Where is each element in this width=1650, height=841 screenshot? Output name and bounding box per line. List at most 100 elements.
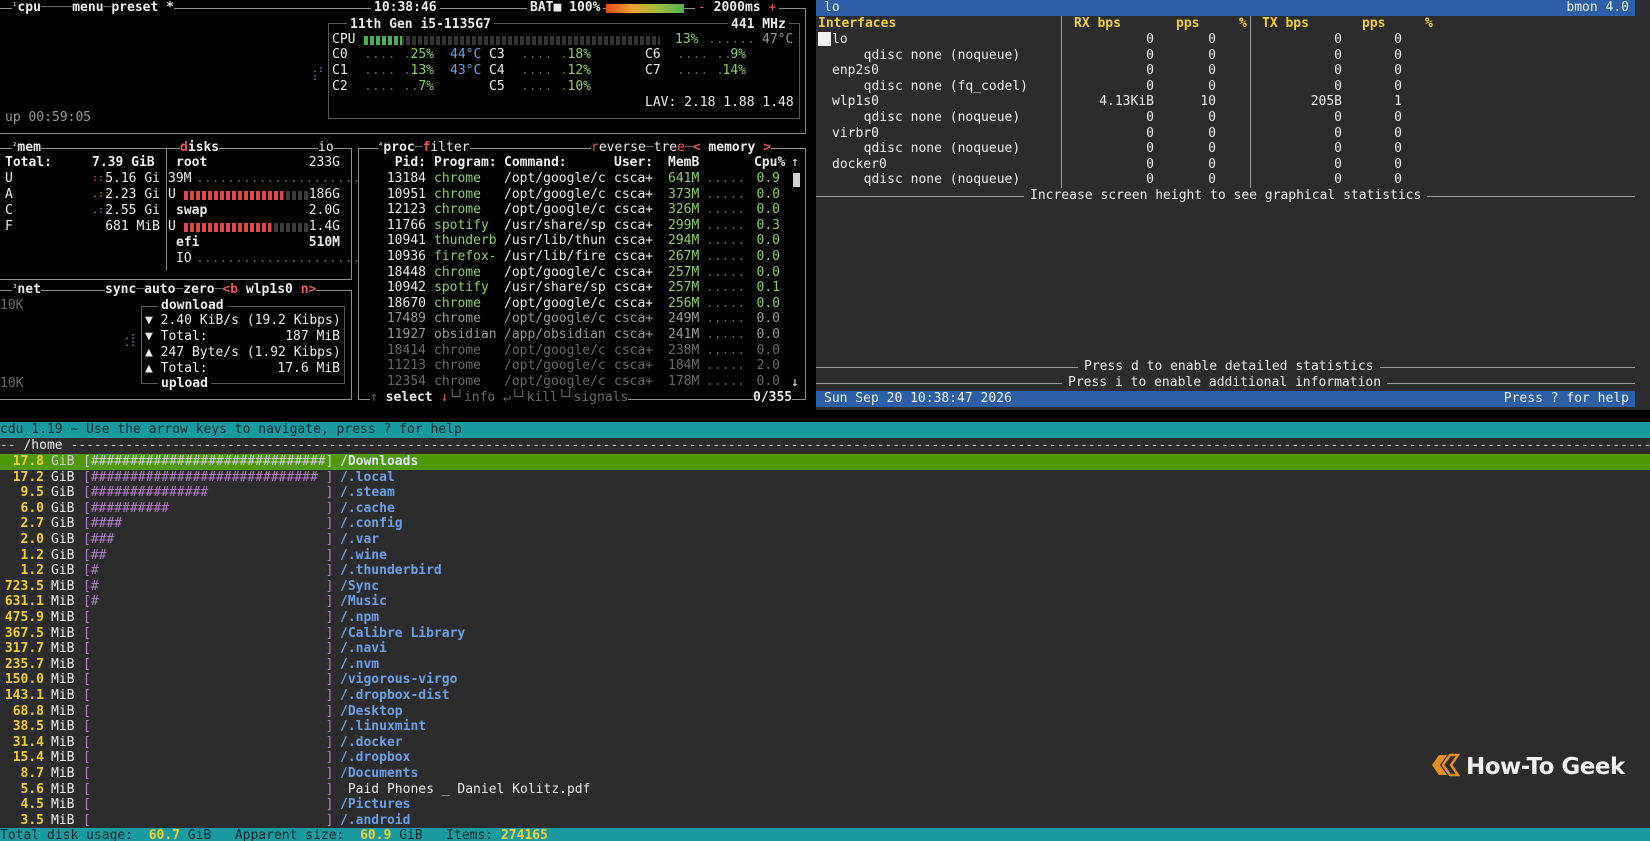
directory-row[interactable]: 17.2 GiB [############################# ] /… <box>0 470 1650 486</box>
process-row[interactable] <box>362 296 790 311</box>
entry-name: /.var <box>340 532 380 547</box>
interface-name[interactable]: qdisc none (noqueue) <box>848 48 1021 64</box>
interface-name[interactable]: enp2s0 <box>832 63 879 79</box>
directory-row[interactable]: 723.5 MiB [# ] /Sync <box>0 579 1650 595</box>
sync-toggle[interactable]: sync <box>105 282 136 297</box>
directory-row[interactable]: 38.5 MiB [ ] /.linuxmint <box>0 719 1650 735</box>
core-name: C6 <box>645 47 661 62</box>
interface-name[interactable]: qdisc none (noqueue) <box>848 141 1021 157</box>
col-pid[interactable]: Pid: <box>386 155 426 171</box>
disks-divider <box>166 148 167 270</box>
bmon-cursor[interactable] <box>818 32 831 46</box>
info-action[interactable]: info <box>464 390 495 405</box>
directory-row[interactable]: 143.1 MiB [ ] /.dropbox-dist <box>0 688 1650 704</box>
directory-row[interactable]: 8.7 MiB [ ] /Documents <box>0 766 1650 782</box>
col-mem[interactable]: MemB <box>668 155 699 171</box>
entry-unit: MiB <box>51 594 75 610</box>
entry-unit: MiB <box>51 641 75 657</box>
prev-iface-key[interactable]: <b <box>222 282 238 297</box>
kill-action[interactable]: kill <box>527 390 558 405</box>
directory-row[interactable]: 17.8 GiB [##############################] /… <box>0 454 1650 470</box>
entry-size: 31.4 <box>12 734 44 750</box>
process-row[interactable] <box>362 374 790 389</box>
entry-size: 15.4 <box>12 750 44 766</box>
process-row[interactable] <box>362 249 790 264</box>
process-row[interactable] <box>362 171 790 186</box>
directory-row[interactable]: 15.4 MiB [ ] /.dropbox <box>0 750 1650 766</box>
directory-row[interactable]: 317.7 MiB [ ] /.navi <box>0 641 1650 657</box>
entry-usage-bar: [########## ] <box>83 500 334 516</box>
interface-name[interactable]: wlp1s0 <box>832 94 879 110</box>
directory-row[interactable]: 150.0 MiB [ ] /vigorous-virgo <box>0 672 1650 688</box>
scroll-down-arrow[interactable]: ↓ <box>791 375 799 391</box>
interface-name[interactable]: qdisc none (noqueue) <box>848 172 1021 188</box>
sort-field[interactable]: memory <box>708 140 755 155</box>
process-row[interactable] <box>362 358 790 373</box>
directory-row[interactable]: 1.2 GiB [## ] /.wine <box>0 548 1650 564</box>
next-iface-key[interactable]: n> <box>301 282 317 297</box>
col-user[interactable]: User: <box>614 155 653 171</box>
process-row[interactable] <box>362 343 790 358</box>
directory-row[interactable]: 5.6 MiB [ ] Paid Phones _ Daniel Kolitz.pd… <box>0 782 1650 798</box>
update-interval[interactable]: - 2000ms + <box>695 0 780 16</box>
bmon-title-bar: lo bmon 4.0 <box>816 0 1635 16</box>
zero-toggle[interactable]: zero <box>183 282 214 297</box>
interface-name[interactable]: docker0 <box>832 157 887 173</box>
directory-row[interactable]: 2.0 GiB [### ] /.var <box>0 532 1650 548</box>
interface-name[interactable]: qdisc none (noqueue) <box>848 110 1021 126</box>
entry-size: 38.5 <box>12 719 44 735</box>
entry-usage-bar: [ ] <box>83 766 334 781</box>
interface-name[interactable]: lo <box>832 32 848 48</box>
entry-name: /vigorous-virgo <box>340 672 458 688</box>
process-row[interactable] <box>362 327 790 342</box>
col-program[interactable]: Program: <box>434 155 497 171</box>
process-row[interactable] <box>362 187 790 202</box>
directory-row[interactable]: 4.5 MiB [ ] /Pictures <box>0 797 1650 813</box>
directory-row[interactable]: 3.5 MiB [ ] /.android <box>0 813 1650 829</box>
process-row[interactable] <box>362 202 790 217</box>
interface-name[interactable]: virbr0 <box>832 126 879 142</box>
proc-scrollbar-thumb[interactable] <box>793 173 800 187</box>
process-row[interactable] <box>362 280 790 295</box>
entry-usage-bar: [ ] <box>83 641 334 657</box>
filter-toggle[interactable]: ilter <box>430 140 469 155</box>
interface-name[interactable]: qdisc none (fq_codel) <box>848 79 1028 95</box>
process-row[interactable] <box>362 311 790 326</box>
tree-toggle[interactable]: tre <box>654 140 677 155</box>
col-cpu[interactable]: Cpu% <box>754 155 785 171</box>
entry-unit: MiB <box>51 812 75 828</box>
directory-row[interactable]: 68.8 MiB [ ] /Desktop <box>0 704 1650 720</box>
directory-row[interactable]: 31.4 MiB [ ] /.docker <box>0 735 1650 751</box>
tab-cpu[interactable]: cpu <box>17 0 40 15</box>
col-command[interactable]: Command: <box>504 155 567 171</box>
proc-options: reverse─tree─< memory > <box>591 140 772 156</box>
core-name: C4 <box>489 63 505 78</box>
directory-row[interactable]: 631.1 MiB [# ] /Music <box>0 594 1650 610</box>
directory-row[interactable]: 9.5 GiB [############### ] /.steam <box>0 485 1650 501</box>
disk-swap-used-label: U <box>168 219 176 234</box>
select-action[interactable]: select <box>386 390 433 405</box>
directory-row[interactable]: 475.9 MiB [ ] /.npm <box>0 610 1650 626</box>
entry-unit: GiB <box>51 485 75 501</box>
directory-row[interactable]: 6.0 GiB [########## ] /.cache <box>0 501 1650 517</box>
entry-size: 1.2 <box>20 547 44 563</box>
directory-row[interactable]: 235.7 MiB [ ] /.nvm <box>0 657 1650 673</box>
reverse-toggle[interactable]: everse <box>599 140 646 155</box>
directory-row[interactable]: 2.7 GiB [#### ] /.config <box>0 516 1650 532</box>
scroll-up-arrow[interactable]: ↑ <box>791 155 799 171</box>
directory-row[interactable]: 367.5 MiB [ ] /Calibre Library <box>0 626 1650 642</box>
io-toggle[interactable]: io <box>318 140 334 156</box>
bmon-help-hint[interactable]: Press ? for help <box>1504 391 1629 407</box>
process-row[interactable] <box>362 233 790 248</box>
interface-rx-bps: 4.13KiB <box>1099 94 1154 110</box>
entry-name: /.steam <box>340 485 395 501</box>
tab-preset[interactable]: preset * <box>111 0 174 15</box>
directory-row[interactable]: 1.2 GiB [# ] /.thunderbird <box>0 563 1650 579</box>
signals-action[interactable]: signals <box>574 390 629 405</box>
process-row[interactable] <box>362 265 790 280</box>
footer-items: 274165 <box>500 828 548 841</box>
auto-toggle[interactable]: auto <box>144 282 175 297</box>
tab-menu[interactable]: menu <box>72 0 103 15</box>
process-row[interactable] <box>362 218 790 233</box>
disk-swap-used: 1.4G <box>308 219 340 234</box>
